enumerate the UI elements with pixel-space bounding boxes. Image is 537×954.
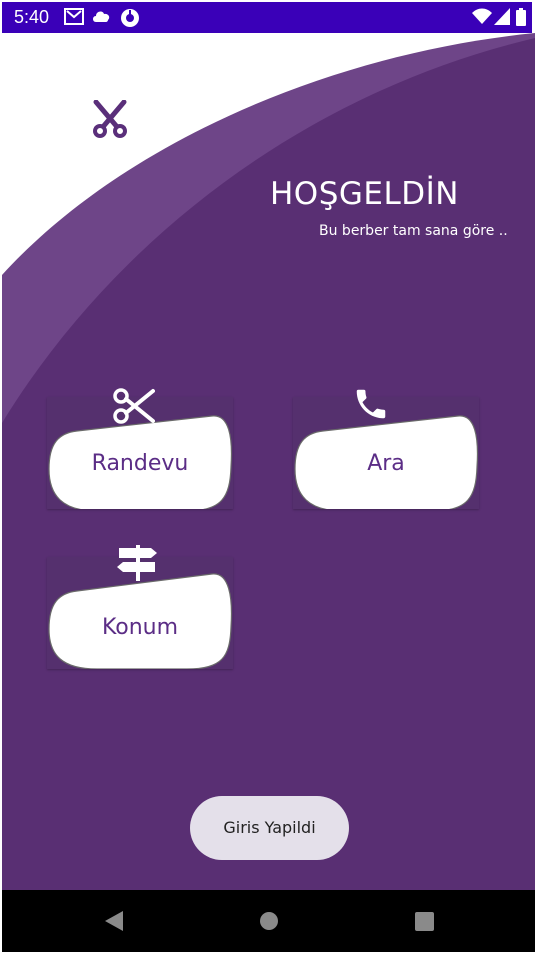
app-notification-icon — [121, 9, 139, 27]
status-time: 5:40 — [14, 7, 50, 27]
signpost-icon — [117, 545, 157, 581]
signal-icon — [494, 8, 510, 25]
gmail-icon — [64, 8, 84, 25]
ara-button[interactable]: Ara — [293, 389, 479, 509]
app-screen: 5:40 HOŞGELDİN Bu berber tam sana göre .… — [0, 0, 537, 954]
wifi-icon — [472, 8, 492, 24]
cloud-icon — [93, 11, 110, 22]
scissors-icon — [93, 100, 127, 138]
battery-icon — [516, 8, 526, 26]
randevu-label: Randevu — [91, 451, 189, 476]
konum-button[interactable]: Konum — [47, 545, 233, 669]
konum-label: Konum — [101, 615, 179, 640]
welcome-title: HOŞGELDİN — [270, 176, 459, 212]
back-icon[interactable] — [104, 910, 124, 932]
recents-icon[interactable] — [415, 912, 434, 931]
home-icon[interactable] — [259, 911, 279, 931]
scissors-icon — [113, 388, 155, 424]
navigation-bar — [2, 890, 535, 952]
randevu-button[interactable]: Randevu — [47, 388, 233, 509]
welcome-subtitle: Bu berber tam sana göre .. — [319, 223, 508, 239]
toast-message: Giris Yapildi — [190, 796, 349, 860]
status-bar: 5:40 — [2, 2, 532, 33]
phone-icon — [356, 389, 386, 419]
ara-label: Ara — [367, 451, 405, 476]
